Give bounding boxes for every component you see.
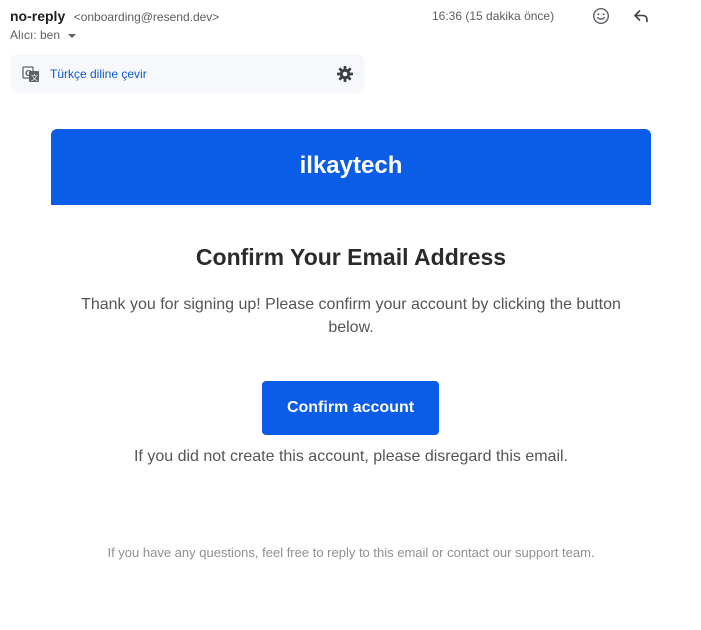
recipient-details-toggle[interactable]: Alıcı: ben <box>10 28 77 42</box>
timestamp: 16:36 (15 dakika önce) <box>432 9 555 23</box>
brand-name: ilkaytech <box>299 152 403 179</box>
translate-bar: G 文 Türkçe diline çevir <box>10 54 365 93</box>
confirm-account-button[interactable]: Confirm account <box>262 381 439 435</box>
chevron-down-icon[interactable] <box>68 33 77 38</box>
translate-link[interactable]: Türkçe diline çevir <box>50 67 147 81</box>
add-reaction-button[interactable] <box>590 6 612 26</box>
email-title: Confirm Your Email Address <box>195 244 507 270</box>
brand-banner: ilkaytech <box>51 129 651 205</box>
translate-icon: G 文 <box>22 66 39 82</box>
sender-line: no-reply <onboarding@resend.dev> <box>10 8 219 26</box>
gear-icon[interactable] <box>335 64 355 84</box>
email-header: no-reply <onboarding@resend.dev> Alıcı: … <box>10 6 701 46</box>
svg-text:文: 文 <box>31 73 38 82</box>
support-footer-text: If you have any questions, feel free to … <box>107 545 595 560</box>
reply-button[interactable] <box>630 6 652 26</box>
sender-email[interactable]: <onboarding@resend.dev> <box>74 10 220 24</box>
add-reaction-icon <box>592 7 610 25</box>
disregard-text: If you did not create this account, plea… <box>133 448 568 465</box>
reply-icon <box>634 10 648 23</box>
email-intro-text: Thank you for signing up! Please confirm… <box>81 296 621 336</box>
sender-name[interactable]: no-reply <box>10 8 65 24</box>
recipient-label: Alıcı: ben <box>10 28 61 42</box>
